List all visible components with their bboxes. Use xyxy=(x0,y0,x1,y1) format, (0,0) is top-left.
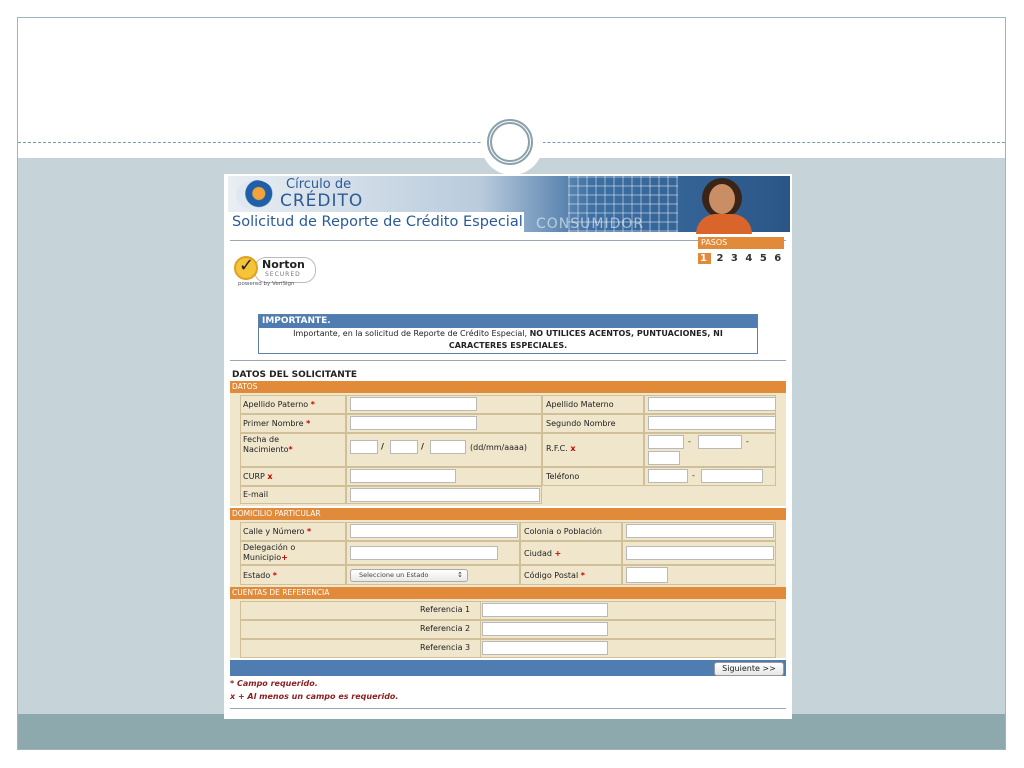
cuentas-panel: Referencia 1 Referencia 2 Referencia 3 xyxy=(230,599,786,658)
banner-person-photo xyxy=(694,176,754,234)
embedded-screenshot: Círculo de CRÉDITO Solicitud de Reporte … xyxy=(224,174,792,719)
circulo-logo-icon xyxy=(236,180,274,210)
datos-header: DATOS xyxy=(230,381,786,393)
steps-header: PASOS xyxy=(698,237,784,249)
required-marker: * xyxy=(580,571,585,580)
required-marker: * xyxy=(306,419,311,428)
apellido-materno-input[interactable] xyxy=(648,397,776,411)
required-marker: * xyxy=(310,400,315,409)
referencia-3-input[interactable] xyxy=(482,641,608,655)
estado-select[interactable]: Seleccione un Estado xyxy=(350,569,468,582)
fecha-nacimiento-label: Fecha de Nacimiento* xyxy=(243,435,293,454)
form-action-bar xyxy=(230,660,786,676)
required-marker: + xyxy=(554,549,562,558)
footer-divider xyxy=(230,708,786,709)
step-5: 5 xyxy=(759,253,769,264)
datos-panel: Apellido Paterno * Apellido Materno Prim… xyxy=(230,393,786,506)
delegacion-label: Delegación o Municipio+ xyxy=(243,543,296,562)
step-6: 6 xyxy=(774,253,784,264)
primer-nombre-input[interactable] xyxy=(350,416,477,430)
calle-input[interactable] xyxy=(350,524,518,538)
step-3: 3 xyxy=(730,253,740,264)
norton-powered-text: powered by VeriSign xyxy=(238,281,295,287)
required-marker: * xyxy=(272,571,277,580)
telefono-separator: - xyxy=(692,471,695,480)
banner-subtitle: CONSUMIDOR xyxy=(536,216,645,232)
estado-label: Estado * xyxy=(243,571,277,580)
required-marker: * xyxy=(288,445,293,454)
required-marker: + xyxy=(281,553,288,562)
norton-brand: Norton xyxy=(262,258,305,271)
curp-label: CURP x xyxy=(243,472,273,481)
important-notice: IMPORTANTE. Importante, en la solicitud … xyxy=(258,314,758,354)
logo-text-line2: CRÉDITO xyxy=(280,191,364,211)
cuentas-header: CUENTAS DE REFERENCIA xyxy=(230,587,786,599)
rfc-part1-input[interactable] xyxy=(648,435,684,449)
referencia-1-input[interactable] xyxy=(482,603,608,617)
siguiente-button[interactable]: Siguiente >> xyxy=(714,662,784,676)
rfc-part3-input[interactable] xyxy=(648,451,680,465)
primer-nombre-label: Primer Nombre * xyxy=(243,419,311,428)
date-separator: / xyxy=(381,442,384,451)
norton-secured-text: SECURED xyxy=(265,271,301,278)
telefono-number-input[interactable] xyxy=(701,469,763,483)
rfc-separator: - xyxy=(688,437,691,446)
at-least-one-note: x + Al menos un campo es requerido. xyxy=(230,692,399,701)
email-label: E-mail xyxy=(243,490,269,499)
calle-label: Calle y Número * xyxy=(243,527,312,536)
required-note: * Campo requerido. xyxy=(230,679,318,688)
rfc-separator: - xyxy=(746,437,749,446)
required-marker: x xyxy=(570,444,576,453)
step-1: 1 xyxy=(698,253,711,264)
slide-footer-bar xyxy=(18,714,1005,749)
date-format-hint: (dd/mm/aaaa) xyxy=(470,443,527,452)
birth-month-input[interactable] xyxy=(390,440,418,454)
step-4: 4 xyxy=(745,253,755,264)
referencia-3-label: Referencia 3 xyxy=(420,643,471,652)
important-text-normal: Importante, en la solicitud de Reporte d… xyxy=(293,329,530,338)
section-title: DATOS DEL SOLICITANTE xyxy=(232,370,358,380)
apellido-materno-label: Apellido Materno xyxy=(546,400,614,409)
colonia-label: Colonia o Población xyxy=(524,527,602,536)
curp-input[interactable] xyxy=(350,469,456,483)
notice-divider xyxy=(230,360,786,361)
checkmark-icon xyxy=(234,255,258,280)
rfc-label: R.F.C. x xyxy=(546,444,576,453)
birth-year-input[interactable] xyxy=(430,440,466,454)
delegacion-input[interactable] xyxy=(350,546,498,560)
apellido-paterno-input[interactable] xyxy=(350,397,477,411)
apellido-paterno-label: Apellido Paterno * xyxy=(243,400,315,409)
required-marker: x xyxy=(267,472,273,481)
site-banner: Círculo de CRÉDITO Solicitud de Reporte … xyxy=(228,176,790,234)
colonia-input[interactable] xyxy=(626,524,774,538)
segundo-nombre-input[interactable] xyxy=(648,416,776,430)
steps-indicator: 1 2 3 4 5 6 xyxy=(698,253,783,264)
email-input[interactable] xyxy=(350,488,540,502)
ciudad-label: Ciudad + xyxy=(524,549,562,558)
domicilio-header: DOMICILIO PARTICULAR xyxy=(230,508,786,520)
segundo-nombre-label: Segundo Nombre xyxy=(546,419,616,428)
slide-ornament-inner-ring xyxy=(490,122,530,162)
ciudad-input[interactable] xyxy=(626,546,774,560)
required-marker: * xyxy=(307,527,312,536)
referencia-2-input[interactable] xyxy=(482,622,608,636)
referencia-1-label: Referencia 1 xyxy=(420,605,471,614)
birth-day-input[interactable] xyxy=(350,440,378,454)
codigo-postal-input[interactable] xyxy=(626,567,668,583)
domicilio-panel: Calle y Número * Colonia o Población Del… xyxy=(230,520,786,587)
telefono-area-input[interactable] xyxy=(648,469,688,483)
page-title: Solicitud de Reporte de Crédito Especial xyxy=(228,212,524,232)
step-2: 2 xyxy=(716,253,726,264)
referencia-2-label: Referencia 2 xyxy=(420,624,471,633)
important-text: Importante, en la solicitud de Reporte d… xyxy=(259,328,757,352)
rfc-part2-input[interactable] xyxy=(698,435,742,449)
date-separator: / xyxy=(421,442,424,451)
logo-text-line1: Círculo de xyxy=(286,177,352,192)
codigo-postal-label: Código Postal * xyxy=(524,571,585,580)
norton-secured-badge[interactable]: Norton SECURED powered by VeriSign xyxy=(234,254,320,287)
telefono-label: Teléfono xyxy=(546,472,580,481)
important-title: IMPORTANTE. xyxy=(259,315,757,328)
